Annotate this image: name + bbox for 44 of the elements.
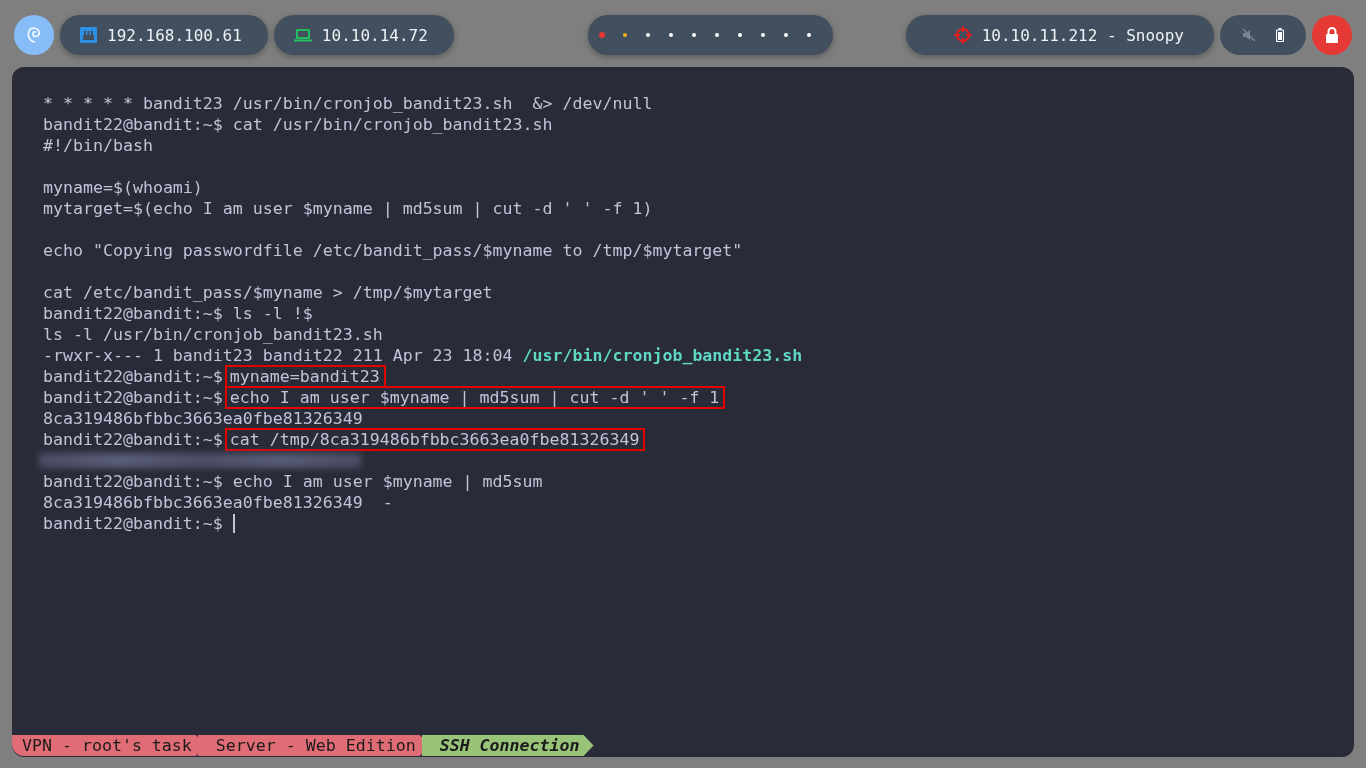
lock-button[interactable]: [1312, 15, 1352, 55]
terminal-text: -rwxr-x--- 1 bandit23 bandit22 211 Apr 23 18:04: [43, 345, 514, 366]
highlighted-command: cat /tmp/8ca319486bfbbc3663ea0fbe81326349: [226, 430, 644, 449]
workspace-dot[interactable]: [737, 33, 742, 37]
ip-address: 192.168.100.61: [107, 25, 242, 45]
workspace-dot[interactable]: [783, 33, 788, 37]
ethernet-icon: [80, 27, 97, 43]
terminal-text: bandit22@bandit:~$: [43, 366, 224, 387]
terminal-text: 8ca319486bfbbc3663ea0fbe81326349 -: [43, 492, 393, 513]
terminal-text: myname=$(whoami): [43, 177, 203, 198]
workspace-dot[interactable]: [806, 33, 811, 37]
terminal-path: /usr/bin/cronjob_bandit23.sh: [522, 345, 803, 366]
terminal-text: bandit22@bandit:~$: [43, 513, 224, 534]
terminal-text: bandit22@bandit:~$: [43, 387, 224, 408]
terminal-text: bandit22@bandit:~$: [43, 429, 224, 450]
lock-icon: [1325, 27, 1339, 43]
text-cursor: [232, 514, 235, 533]
terminal-text: * * * * * bandit23 /usr/bin/cronjob_bandit23.sh &> /dev/null: [43, 93, 653, 114]
terminal-text: bandit22@bandit:~$ echo I am user $myname | md5sum: [43, 471, 543, 492]
terminal-text: echo "Copying passwordfile /etc/bandit_pass/$myname to /tmp/$mytarget": [43, 240, 743, 261]
terminal-text: #!/bin/bash: [43, 135, 153, 156]
ip-address: 10.10.14.72: [321, 25, 428, 45]
terminal-text: 8ca319486bfbbc3663ea0fbe81326349: [43, 408, 363, 429]
workspace-dot[interactable]: [691, 33, 696, 37]
battery-icon[interactable]: [1276, 28, 1284, 42]
highlighted-command: echo I am user $myname | md5sum | cut -d ' ' -f 1: [226, 388, 724, 407]
terminal-text: cat /etc/bandit_pass/$myname > /tmp/$mytarget: [43, 282, 493, 303]
terminal-text: bandit22@bandit:~$ cat /usr/bin/cronjob_bandit23.sh: [43, 114, 553, 135]
target-label: 10.10.11.212 - Snoopy: [981, 25, 1184, 45]
workspace-dot[interactable]: [599, 33, 604, 37]
laptop-icon: [293, 28, 312, 42]
swirl-icon: [26, 26, 42, 44]
terminal-text: mytarget=$(echo I am user $myname | md5sum | cut -d ' ' -f 1): [43, 198, 653, 219]
menu-button[interactable]: [14, 15, 54, 55]
highlighted-command: myname=bandit23: [226, 367, 384, 386]
terminal-text: ls -l /usr/bin/cronjob_bandit23.sh: [43, 324, 383, 345]
workspace-dot[interactable]: [622, 33, 627, 37]
status-segment: SSH Connection: [421, 735, 594, 756]
workspace-dot[interactable]: [760, 33, 765, 37]
workspace-dot[interactable]: [714, 33, 719, 37]
terminal-text: bandit22@bandit:~$ ls -l !$: [43, 303, 313, 324]
workspace-dot[interactable]: [645, 33, 650, 37]
crosshair-icon: [953, 26, 972, 44]
workspace-dot[interactable]: [668, 33, 673, 37]
